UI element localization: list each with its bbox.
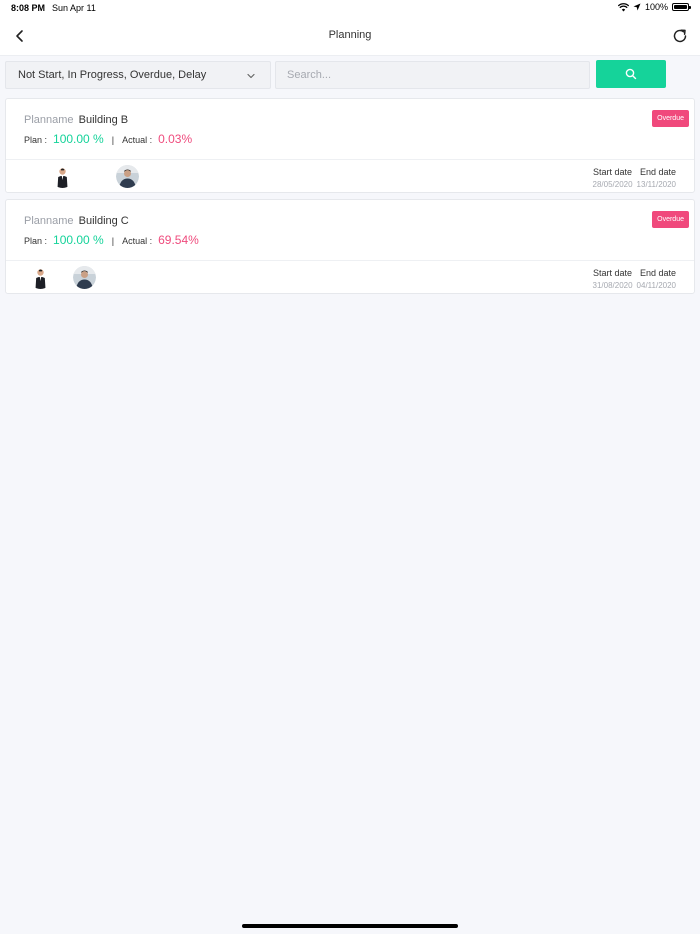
plan-name-label: Planname: [24, 114, 74, 126]
actual-label: Actual :: [122, 236, 153, 246]
plan-name-label: Planname: [24, 215, 74, 227]
actual-percent: 0.03%: [158, 132, 193, 146]
plan-name: Building C: [78, 215, 129, 227]
separator: |: [111, 135, 115, 145]
plan-label: Plan :: [24, 236, 48, 246]
search-input[interactable]: [275, 61, 590, 89]
plan-card-header: Planname Building B Plan : 100.00 % | Ac…: [6, 99, 694, 160]
end-date-value: 04/11/2020: [636, 281, 676, 290]
plan-card-footer: Start date End date 31/08/2020 04/11/202…: [6, 261, 694, 294]
actual-percent: 69.54%: [158, 233, 199, 247]
plan-card-footer: Start date End date 28/05/2020 13/11/202…: [6, 160, 694, 193]
search-icon: [625, 68, 637, 80]
avatar[interactable]: [51, 165, 74, 188]
plan-label: Plan :: [24, 135, 48, 145]
status-bar: 8:08 PM Sun Apr 11 100%: [0, 0, 700, 16]
plan-dates: Start date End date 31/08/2020 04/11/202…: [593, 268, 677, 290]
plan-card[interactable]: Planname Building C Plan : 100.00 % | Ac…: [5, 199, 695, 294]
separator: |: [111, 236, 115, 246]
status-filter-select[interactable]: Not Start, In Progress, Overdue, Delay: [5, 61, 271, 89]
plan-name: Building B: [78, 114, 129, 126]
start-date-value: 31/08/2020: [592, 281, 633, 290]
status-date: Sun Apr 11: [52, 3, 96, 13]
person-avatar-icon: [51, 165, 74, 188]
actual-label: Actual :: [122, 135, 153, 145]
person-avatar-icon: [116, 165, 139, 188]
status-time: 8:08 PM: [11, 3, 46, 13]
refresh-icon: [673, 29, 687, 43]
filter-bar: Not Start, In Progress, Overdue, Delay: [0, 56, 700, 96]
battery-percent: 100%: [644, 2, 668, 12]
navigation-bar: Planning: [0, 16, 700, 56]
status-indicators: 100%: [617, 2, 691, 12]
refresh-button[interactable]: [670, 26, 690, 46]
plan-name-row: Planname Building C: [24, 215, 129, 227]
page-title: Planning: [328, 29, 372, 41]
end-date-label: End date: [639, 167, 676, 177]
plan-dates: Start date End date 28/05/2020 13/11/202…: [593, 167, 677, 189]
person-avatar-icon: [29, 266, 52, 289]
battery-icon: [672, 3, 691, 11]
plan-percent: 100.00 %: [53, 233, 104, 247]
plan-name-row: Planname Building B: [24, 114, 128, 126]
wifi-icon: [617, 2, 629, 11]
plan-card[interactable]: Planname Building B Plan : 100.00 % | Ac…: [5, 98, 695, 193]
start-date-value: 28/05/2020: [592, 180, 633, 189]
status-filter-value: Not Start, In Progress, Overdue, Delay: [18, 69, 207, 81]
person-avatar-icon: [73, 266, 96, 289]
search-button[interactable]: [596, 60, 666, 88]
status-badge: Overdue: [652, 211, 689, 228]
home-indicator[interactable]: [242, 924, 458, 928]
avatar[interactable]: [116, 165, 139, 188]
start-date-label: Start date: [592, 268, 632, 278]
plan-progress-row: Plan : 100.00 % | Actual : 0.03%: [24, 132, 192, 146]
chevron-down-icon: [247, 73, 255, 79]
avatar[interactable]: [29, 266, 52, 289]
plan-progress-row: Plan : 100.00 % | Actual : 69.54%: [24, 233, 199, 247]
avatar[interactable]: [73, 266, 96, 289]
start-date-label: Start date: [592, 167, 632, 177]
location-icon: [633, 3, 641, 11]
end-date-label: End date: [639, 268, 676, 278]
plan-percent: 100.00 %: [53, 132, 104, 146]
end-date-value: 13/11/2020: [636, 180, 676, 189]
status-badge: Overdue: [652, 110, 689, 127]
plan-card-header: Planname Building C Plan : 100.00 % | Ac…: [6, 200, 694, 261]
